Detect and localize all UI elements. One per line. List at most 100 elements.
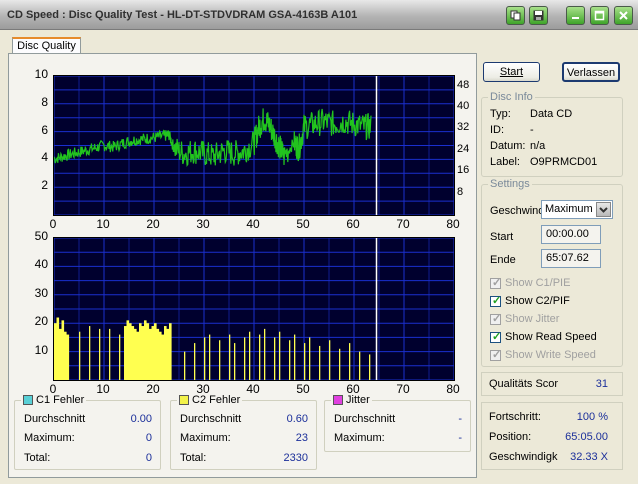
read-speed-line — [54, 108, 372, 168]
checkbox-box[interactable]: ✓ — [490, 349, 501, 361]
c2-error-bar — [304, 343, 306, 380]
check-icon: ✓ — [492, 294, 502, 307]
start-time-field[interactable]: 00:00.00 — [541, 225, 601, 244]
jitter-stats-box: Jitter Durchschnitt - Maximum: - — [324, 394, 471, 452]
c2-error-bar — [319, 345, 321, 380]
speed-select-value: Maximum — [545, 203, 593, 215]
c1-max-label: Maximum: — [24, 432, 75, 444]
y-tick-label: 20 — [34, 314, 48, 329]
x-tick-label: 50 — [296, 217, 310, 231]
copy-icon[interactable] — [506, 6, 525, 25]
speed-select[interactable]: Maximum — [541, 200, 613, 219]
jitter-max-value: - — [458, 432, 462, 444]
checkbox-show-jitter[interactable]: ✓ Show Jitter — [490, 313, 559, 325]
checkbox-box[interactable]: ✓ — [490, 294, 502, 307]
checkbox-show-c1-pie[interactable]: ✓ Show C1/PIE — [490, 277, 570, 289]
checkbox-label: Show Write Speed — [505, 349, 596, 361]
disc-date-value: n/a — [530, 140, 546, 152]
c2-error-bar — [124, 326, 127, 380]
checkbox-label: Show Jitter — [505, 313, 560, 325]
c2-error-bar — [194, 343, 196, 380]
c2-error-bar — [66, 334, 70, 380]
x-tick-label: 80 — [446, 382, 460, 396]
c2-error-bar — [294, 334, 296, 380]
c2-error-bar — [61, 320, 65, 380]
c2-stats-box: C2 Fehler Durchschnitt 0.60 Maximum: 23 To… — [170, 394, 317, 470]
y-tick-label: 2 — [41, 178, 48, 193]
c2-error-bar — [64, 331, 67, 380]
disc-date-label: Datum: — [490, 140, 526, 152]
c2-total-label: Total: — [180, 452, 207, 464]
x-tick-label: 20 — [146, 382, 160, 396]
c1-stats-box: C1 Fehler Durchschnitt 0.00 Maximum: 0 Tot… — [14, 394, 161, 470]
y-tick-label: 40 — [34, 257, 48, 272]
speed-label: Geschwind — [490, 205, 545, 217]
jitter-avg-label: Durchschnitt — [334, 413, 396, 425]
jitter-swatch — [333, 395, 343, 405]
chevron-down-icon[interactable] — [596, 202, 611, 217]
progress-value: 100 % — [576, 411, 608, 423]
c2-max-label: Maximum: — [180, 432, 231, 444]
c2-error-bar — [139, 323, 142, 380]
settings-group: Settings Geschwind Maximum Start 00:00.0… — [481, 178, 623, 367]
c2-error-bar — [259, 334, 261, 380]
start-time-label: Start — [490, 231, 514, 243]
x-tick-label: 50 — [296, 382, 310, 396]
end-time-label: Ende — [490, 254, 516, 266]
checkbox-show-c2-pif[interactable]: ✓ Show C2/PIF — [490, 295, 570, 307]
y-tick-label: 10 — [34, 67, 48, 81]
c2-error-bar — [339, 348, 341, 380]
current-speed-value: 32.33 X — [570, 451, 608, 463]
c2-error-bar — [126, 320, 130, 380]
quality-score-panel: Qualitäts Scor 31 — [481, 372, 623, 396]
exit-button[interactable]: Verlassen — [562, 62, 620, 82]
minimize-icon[interactable] — [566, 6, 585, 25]
checkbox-box[interactable]: ✓ — [490, 277, 501, 289]
start-button[interactable]: Start — [483, 62, 540, 82]
c2-error-bar — [219, 340, 221, 380]
maximize-icon[interactable] — [590, 6, 609, 25]
c2-error-bar — [279, 331, 281, 380]
quality-score-label: Qualitäts Scor — [489, 378, 559, 390]
end-time-field[interactable]: 65:07.62 — [541, 249, 601, 268]
c2-error-bar — [141, 326, 145, 380]
c2-avg-value: 0.60 — [286, 413, 308, 425]
c2-error-bar — [156, 328, 160, 380]
title-bar[interactable]: CD Speed : Disc Quality Test - HL-DT-STD… — [0, 0, 638, 30]
c2-swatch — [179, 395, 189, 405]
y-tick-label: 8 — [41, 94, 48, 109]
c2-error-bar — [309, 337, 311, 380]
position-label: Position: — [489, 431, 532, 443]
save-icon[interactable] — [529, 6, 548, 25]
checkbox-label: Show Read Speed — [505, 331, 597, 343]
c2-error-bar — [54, 323, 57, 380]
c2-error-bar — [149, 328, 152, 380]
close-icon[interactable] — [614, 6, 633, 25]
c2-error-bar — [359, 351, 361, 380]
settings-title: Settings — [488, 178, 532, 190]
c2-error-bar — [184, 351, 186, 380]
c2-error-bar — [59, 328, 62, 380]
c2-error-bar — [349, 343, 351, 380]
jitter-avg-value: - — [458, 413, 462, 425]
disc-id-value: - — [530, 124, 534, 136]
c2-error-bar — [129, 323, 132, 380]
c2-error-bar — [99, 328, 101, 380]
checkbox-show-read-speed[interactable]: ✓ Show Read Speed — [490, 331, 597, 343]
c2-error-bar — [146, 323, 150, 380]
c1-total-value: 0 — [145, 452, 152, 464]
c2-error-bar — [209, 334, 211, 380]
checkbox-box[interactable]: ✓ — [490, 331, 501, 343]
x-tick-label: 70 — [396, 217, 410, 231]
c1-swatch — [23, 395, 33, 405]
y-tick-label: 6 — [41, 122, 48, 137]
y2-tick-label: 32 — [457, 121, 470, 134]
c1-total-label: Total: — [24, 452, 51, 464]
y-tick-label: 4 — [41, 150, 48, 165]
c2-error-bar — [154, 323, 157, 380]
checkbox-box[interactable]: ✓ — [490, 313, 501, 325]
checkbox-show-write-speed[interactable]: ✓ Show Write Speed — [490, 349, 596, 361]
c2-error-bar — [151, 326, 155, 380]
c2-error-bar — [159, 331, 162, 380]
progress-label: Fortschritt: — [489, 411, 541, 423]
